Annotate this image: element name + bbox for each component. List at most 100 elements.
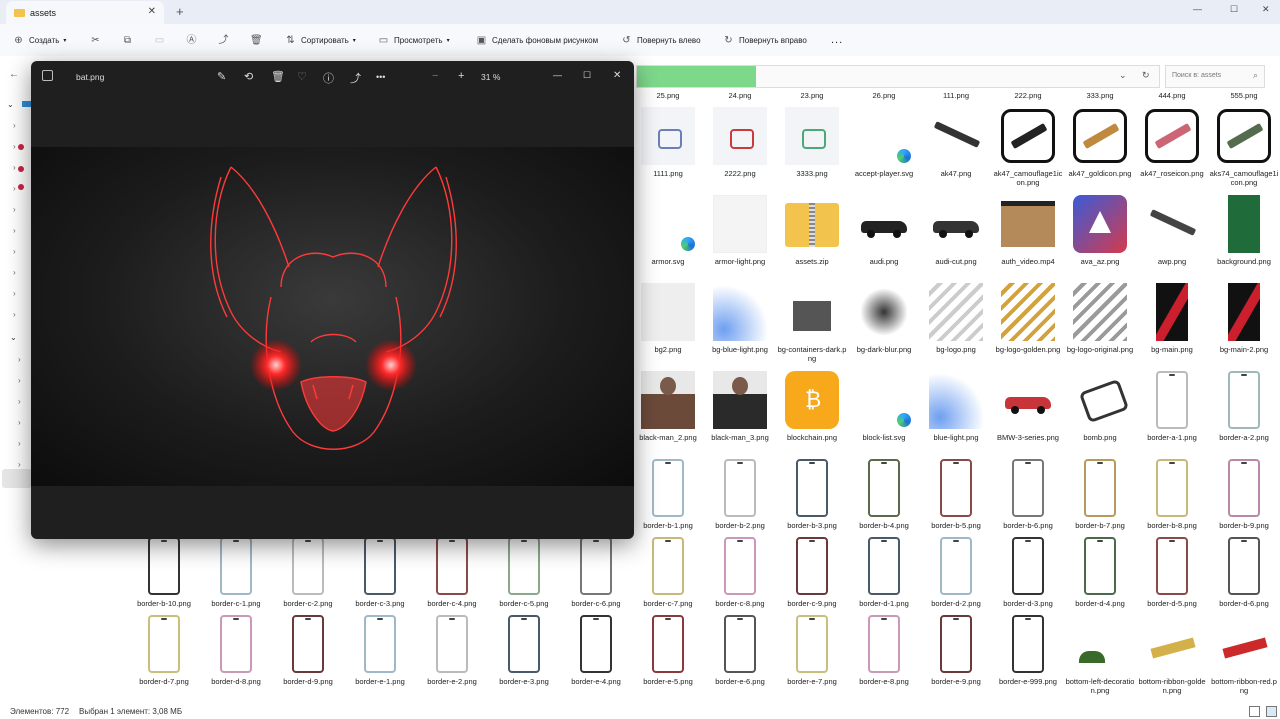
file-name: border-e-9.png	[931, 677, 981, 686]
chevron-down-icon[interactable]: ⌄	[1119, 70, 1127, 81]
file-thumbnail	[292, 537, 324, 595]
search-box[interactable]: Поиск в: assets ⌕	[1165, 65, 1265, 88]
paste-button[interactable]: ▭	[154, 31, 170, 49]
close-tab-icon[interactable]: ✕	[148, 6, 156, 17]
file-thumbnail	[1073, 283, 1127, 341]
chevron-right-icon[interactable]: ›	[13, 121, 16, 130]
copy-button[interactable]: ⧉	[122, 31, 138, 49]
file-name: bg2.png	[654, 345, 682, 354]
file-thumbnail	[436, 537, 468, 595]
file-thumbnail	[364, 615, 396, 673]
view-label: Просмотреть	[394, 35, 443, 45]
viewer-close-button[interactable]: ✕	[613, 70, 621, 81]
rotate-left-button[interactable]: ↺ Повернуть влево	[621, 31, 700, 49]
share-icon[interactable]: ⤴	[350, 70, 361, 86]
file-name: awp.png	[1157, 257, 1187, 266]
file-thumbnail	[508, 615, 540, 673]
file-thumbnail	[1156, 283, 1188, 341]
maximize-button[interactable]: ☐	[1230, 4, 1238, 15]
rotate-icon[interactable]: ⟲	[244, 70, 253, 83]
file-thumbnail	[940, 537, 972, 595]
file-name: ak47_goldicon.png	[1068, 169, 1132, 178]
chevron-right-icon[interactable]: ›	[18, 397, 21, 406]
expand-chevron-icon[interactable]: ⌄	[10, 333, 17, 342]
chevron-right-icon[interactable]: ›	[13, 226, 16, 235]
file-name: accept-player.svg	[854, 169, 914, 178]
favorite-icon[interactable]: ♡	[297, 70, 307, 83]
cut-button[interactable]: ✂	[90, 31, 106, 49]
address-bar[interactable]: ⌄ ↻	[636, 65, 1160, 88]
sort-icon: ⇅	[286, 34, 295, 46]
minimize-button[interactable]: —	[1193, 4, 1202, 14]
chevron-right-icon[interactable]: ›	[13, 163, 16, 172]
share-button[interactable]: ⤴	[218, 31, 234, 49]
chevron-right-icon[interactable]: ›	[18, 355, 21, 364]
file-name: border-b-6.png	[1003, 521, 1053, 530]
file-name: bg-blue-light.png	[712, 345, 768, 354]
chevron-right-icon[interactable]: ›	[13, 184, 16, 193]
refresh-icon[interactable]: ↻	[1142, 70, 1150, 81]
file-name: border-e-3.png	[499, 677, 549, 686]
chevron-right-icon[interactable]: ›	[18, 376, 21, 385]
view-button[interactable]: ▭ Просмотреть ▾	[378, 31, 450, 49]
tiles-view-icon[interactable]	[1266, 706, 1277, 717]
chevron-right-icon[interactable]: ›	[18, 439, 21, 448]
info-icon[interactable]: ⓘ	[323, 70, 334, 86]
chevron-right-icon[interactable]: ›	[13, 310, 16, 319]
file-thumbnail	[220, 615, 252, 673]
file-thumbnail	[796, 537, 828, 595]
file-name: 26.png	[872, 91, 896, 100]
file-name: border-b-4.png	[859, 521, 909, 530]
tab-assets[interactable]: assets ✕	[6, 1, 164, 24]
item-count: Элементов: 772	[10, 707, 70, 716]
file-thumbnail	[1001, 201, 1055, 247]
more-icon[interactable]: •••	[376, 72, 385, 82]
file-thumbnail	[1145, 195, 1199, 253]
file-name: bg-logo-golden.png	[995, 345, 1061, 354]
chevron-right-icon[interactable]: ›	[18, 460, 21, 469]
file-thumbnail	[940, 615, 972, 673]
status-dot-icon	[18, 144, 24, 150]
zoom-level: 31 %	[481, 72, 501, 82]
chevron-right-icon[interactable]: ›	[13, 142, 16, 151]
file-thumbnail	[641, 195, 695, 253]
file-name: block-list.svg	[862, 433, 906, 442]
chevron-right-icon[interactable]: ›	[13, 205, 16, 214]
file-name: border-b-3.png	[787, 521, 837, 530]
sort-button[interactable]: ⇅ Сортировать ▾	[285, 31, 356, 49]
chevron-right-icon[interactable]: ›	[13, 268, 16, 277]
file-name: 333.png	[1086, 91, 1114, 100]
chevron-right-icon[interactable]: ›	[18, 418, 21, 427]
rotate-right-button[interactable]: ↻ Повернуть вправо	[723, 31, 807, 49]
displayed-image	[31, 147, 634, 486]
zoom-in-icon[interactable]: +	[458, 70, 464, 82]
close-button[interactable]: ✕	[1262, 4, 1270, 15]
more-button[interactable]: ...	[831, 31, 843, 49]
zoom-out-icon[interactable]: −	[432, 70, 438, 82]
edit-icon[interactable]: ✎	[217, 70, 226, 83]
rename-button[interactable]: Ⓐ	[186, 31, 202, 49]
file-thumbnail	[1073, 615, 1127, 673]
file-name: border-d-6.png	[1219, 599, 1269, 608]
delete-button[interactable]: 🗑	[250, 31, 266, 49]
details-view-icon[interactable]	[1249, 706, 1260, 717]
viewer-minimize-button[interactable]: —	[553, 70, 562, 80]
sidebar-selected-item[interactable]	[2, 469, 32, 488]
delete-icon[interactable]: 🗑	[271, 70, 285, 83]
file-thumbnail	[1012, 459, 1044, 517]
file-name: border-d-5.png	[1147, 599, 1197, 608]
set-wallpaper-button[interactable]: ▣ Сделать фоновым рисунком	[476, 31, 598, 49]
viewer-maximize-button[interactable]: ☐	[583, 70, 591, 81]
file-name: border-e-8.png	[859, 677, 909, 686]
rename-icon: Ⓐ	[186, 34, 197, 46]
new-tab-button[interactable]: +	[176, 4, 184, 19]
expand-chevron-icon[interactable]: ⌄	[7, 100, 14, 109]
create-button[interactable]: ⊕ Создать ▾	[13, 31, 66, 49]
back-icon[interactable]: ←	[9, 69, 19, 80]
file-thumbnail	[1228, 195, 1260, 253]
chevron-right-icon[interactable]: ›	[13, 289, 16, 298]
file-thumbnail	[785, 283, 839, 341]
file-thumbnail	[1156, 371, 1188, 429]
chevron-right-icon[interactable]: ›	[13, 247, 16, 256]
file-thumbnail	[364, 537, 396, 595]
